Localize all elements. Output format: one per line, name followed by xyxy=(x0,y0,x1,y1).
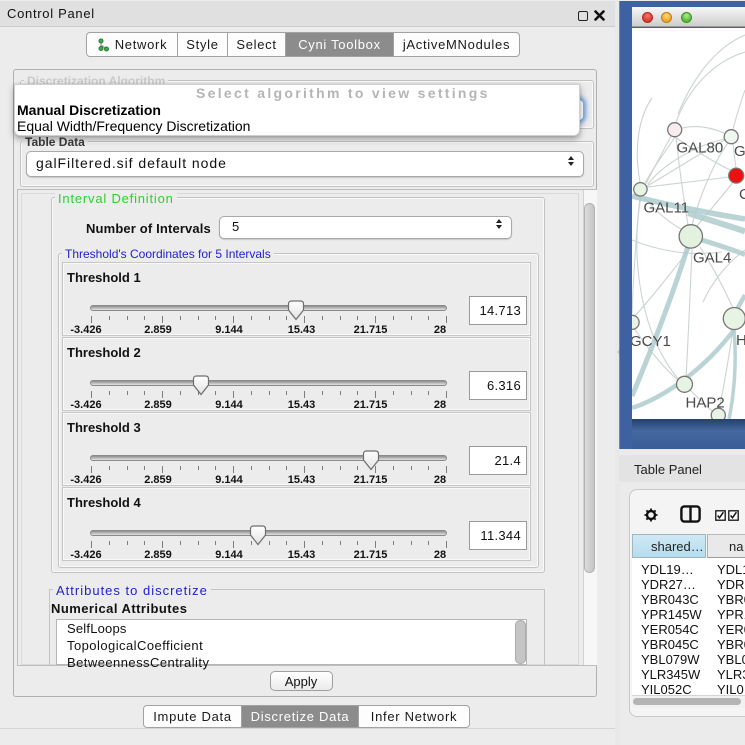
svg-text:C: C xyxy=(739,186,745,203)
svg-text:GCY1: GCY1 xyxy=(632,333,671,350)
svg-text:GAL80: GAL80 xyxy=(677,140,724,157)
svg-text:HAP2: HAP2 xyxy=(686,395,725,412)
svg-text:G.: G. xyxy=(734,143,745,160)
svg-text:GAL4: GAL4 xyxy=(693,250,731,267)
svg-text:GAL11: GAL11 xyxy=(644,200,690,217)
svg-text:H: H xyxy=(736,332,745,349)
